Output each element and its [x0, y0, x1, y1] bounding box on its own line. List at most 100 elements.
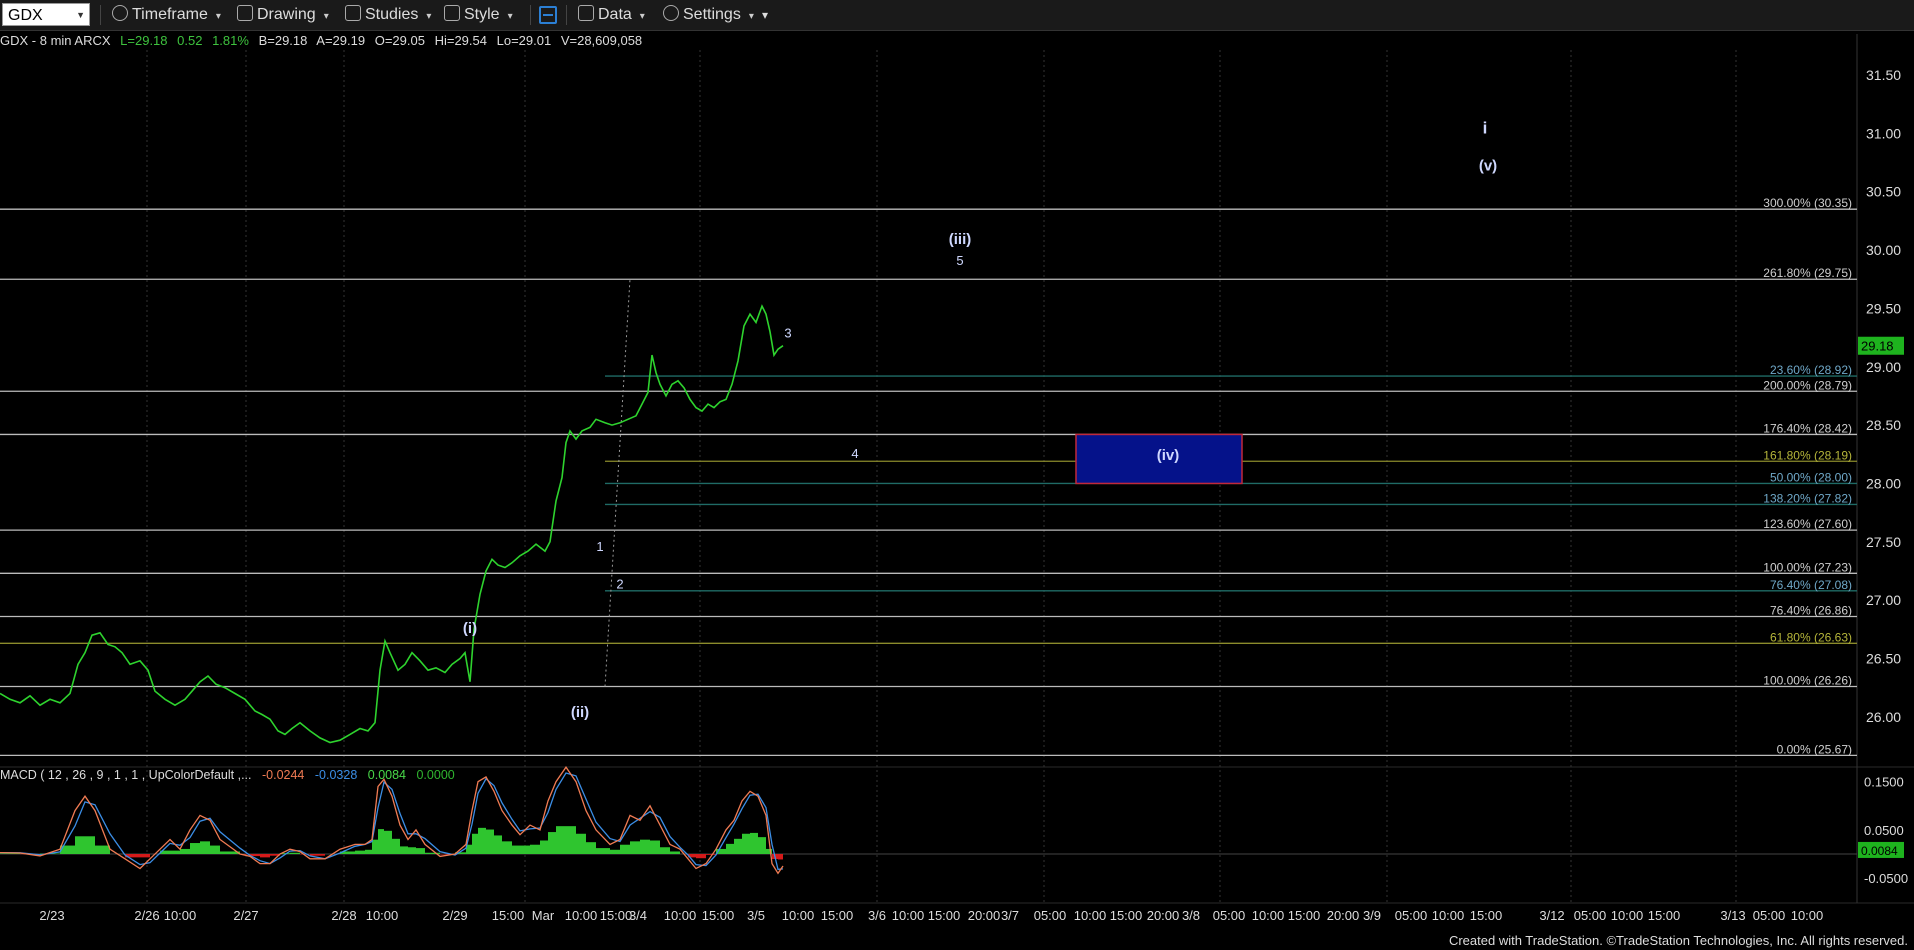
time-axis-label: 10:00	[1252, 908, 1285, 923]
macd-value: -0.0244	[261, 768, 305, 782]
macd-histogram-bar	[512, 845, 520, 854]
time-axis-label: 2/27	[233, 908, 258, 923]
macd-histogram-bar	[742, 833, 750, 854]
macd-histogram-bar	[365, 849, 372, 854]
wave-label: 2	[616, 576, 623, 591]
time-axis-label: 10:00	[1432, 908, 1465, 923]
macd-histogram-bar	[494, 835, 502, 854]
macd-histogram-bar	[140, 854, 150, 858]
price-tick-label: 27.50	[1866, 534, 1901, 550]
macd-histogram-bar	[408, 847, 416, 854]
time-axis-label: 05:00	[1034, 908, 1067, 923]
macd-label: MACD ( 12 , 26 , 9 , 1 , 1 , UpColorDefa…	[0, 768, 252, 782]
wave-label: (iv)	[1157, 447, 1180, 464]
time-axis-label: 20:00	[968, 908, 1001, 923]
macd-histogram-bar	[372, 839, 378, 854]
macd-histogram-bar	[778, 854, 783, 860]
time-axis-label: Mar	[532, 908, 555, 923]
macd-histogram-bar	[540, 840, 548, 854]
macd-current-tag-label: 0.0084	[1861, 844, 1898, 858]
macd-histogram-bar	[85, 836, 95, 854]
macd-histogram-bar	[650, 840, 660, 854]
time-axis-label: 10:00	[1611, 908, 1644, 923]
macd-histogram-value: 0.0084	[367, 768, 406, 782]
macd-histogram-bar	[378, 829, 384, 854]
time-axis-label: 10:00	[164, 908, 197, 923]
macd-histogram-bar	[596, 848, 610, 854]
time-axis-label: 10:00	[782, 908, 815, 923]
wave-label: (ii)	[571, 704, 589, 721]
macd-histogram-bar	[520, 845, 530, 854]
price-tick-label: 31.00	[1866, 125, 1901, 141]
time-axis-label: 10:00	[1791, 908, 1824, 923]
macd-zero-value: 0.0000	[416, 768, 455, 782]
price-chart[interactable]: 31.50 31.00 30.50 30.00 29.50 29.00 28.50 28.00…	[0, 0, 1914, 950]
fib-level-label: 161.80% (28.19)	[1763, 448, 1852, 462]
time-axis-label: 10:00	[1074, 908, 1107, 923]
time-axis-label: 10:00	[565, 908, 598, 923]
macd-histogram-bar	[576, 833, 586, 854]
time-axis-label: 15:00	[1288, 908, 1321, 923]
time-axis-label: 2/28	[331, 908, 356, 923]
macd-histogram-bar	[170, 850, 180, 854]
macd-histogram-bar	[548, 832, 556, 854]
time-axis-label: 10:00	[892, 908, 925, 923]
macd-line	[0, 766, 784, 875]
macd-histogram-bar	[726, 843, 734, 854]
wave-label: 1	[596, 539, 603, 554]
time-axis-label: 15:00	[1470, 908, 1503, 923]
macd-histogram-bar	[400, 846, 408, 854]
macd-histogram-bar	[660, 847, 670, 854]
macd-histogram-bar	[758, 837, 766, 854]
fib-level-label: 0.00% (25.67)	[1777, 742, 1852, 756]
price-tick-label: 29.50	[1866, 300, 1901, 316]
fib-level-label: 23.60% (28.92)	[1770, 363, 1852, 377]
time-axis-label: 15:00	[928, 908, 961, 923]
fib-level-label: 50.00% (28.00)	[1770, 470, 1852, 484]
wave-label: 3	[784, 326, 791, 341]
macd-histogram-bar	[670, 851, 680, 854]
macd-histogram-bar	[472, 833, 478, 854]
time-axis-label: 15:00	[702, 908, 735, 923]
time-axis-label: 3/5	[747, 908, 765, 923]
macd-histogram-bar	[750, 832, 758, 854]
price-tick-label: 30.00	[1866, 242, 1901, 258]
fib-level-label: 261.80% (29.75)	[1763, 266, 1852, 280]
macd-histogram-bar	[355, 850, 365, 854]
time-axis-label: 2/29	[442, 908, 467, 923]
time-axis-label: 05:00	[1395, 908, 1428, 923]
fib-level-label: 76.40% (26.86)	[1770, 603, 1852, 617]
macd-histogram-bar	[620, 844, 630, 854]
time-axis-label: 20:00	[1327, 908, 1360, 923]
macd-histogram-bar	[290, 852, 300, 854]
fib-level-label: 61.80% (26.63)	[1770, 630, 1852, 644]
price-tick-label: 27.00	[1866, 592, 1901, 608]
time-axis-label: 3/8	[1182, 908, 1200, 923]
macd-histogram-bar	[180, 848, 190, 854]
macd-histogram-bar	[486, 829, 494, 854]
macd-tick-label: 0.0500	[1864, 823, 1904, 838]
time-axis-label: 3/13	[1720, 908, 1745, 923]
macd-histogram-bar	[630, 841, 640, 854]
macd-histogram-bar	[190, 843, 200, 854]
macd-histogram-bar	[210, 845, 220, 854]
fib-level-label: 100.00% (27.23)	[1763, 560, 1852, 574]
footer-copyright: Created with TradeStation. ©TradeStation…	[1448, 933, 1908, 948]
macd-histogram-bar	[734, 838, 742, 854]
macd-histogram-bar	[610, 849, 620, 854]
wave-label: 4	[851, 446, 858, 461]
wave-label: 5	[956, 253, 963, 268]
macd-signal-value: -0.0328	[314, 768, 358, 782]
time-axis-label: 3/4	[629, 908, 647, 923]
fib-level-label: 76.40% (27.08)	[1770, 578, 1852, 592]
time-axis-label: 15:00	[1648, 908, 1681, 923]
time-axis-label: 3/7	[1001, 908, 1019, 923]
fib-level-label: 176.40% (28.42)	[1763, 421, 1852, 435]
macd-histogram-bar	[384, 830, 392, 854]
macd-tick-label: 0.1500	[1864, 775, 1904, 790]
macd-signal-line	[0, 772, 784, 871]
price-tick-label: 26.50	[1866, 651, 1901, 667]
macd-histogram-bar	[706, 854, 716, 855]
time-axis-label: 3/9	[1363, 908, 1381, 923]
time-axis-label: 05:00	[1213, 908, 1246, 923]
